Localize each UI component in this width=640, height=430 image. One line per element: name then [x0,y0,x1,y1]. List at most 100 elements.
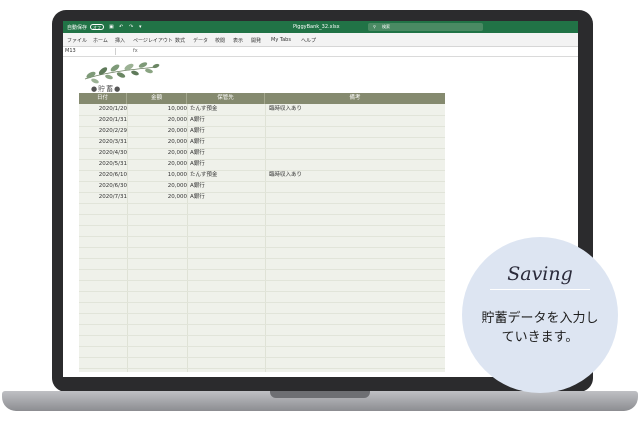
search-placeholder: 検索 [382,24,390,29]
cell-place[interactable]: A銀行 [190,148,260,159]
tab-insert[interactable]: 挿入 [115,37,125,44]
tab-formulas[interactable]: 数式 [175,37,185,44]
tab-page-layout[interactable]: ページレイアウト [133,37,173,44]
cell-amount[interactable]: 20,000 [127,192,187,203]
cell-place[interactable]: A銀行 [190,115,260,126]
table-row[interactable]: 2020/6/30 20,000 A銀行 [79,181,445,192]
cell-note[interactable] [269,126,439,137]
tab-data[interactable]: データ [193,37,208,44]
search-icon: ⚲ [373,24,376,29]
cell-note[interactable] [269,159,439,170]
cell-date[interactable]: 2020/6/30 [79,181,127,192]
header-amount[interactable]: 金額 [127,93,187,104]
grid-row-line [79,302,445,303]
grid-row-line [79,269,445,270]
cell-place[interactable]: たんす預金 [190,104,260,115]
cell-amount[interactable]: 20,000 [127,159,187,170]
data-grid[interactable]: 2020/1/20 10,000 たんす預金 臨時収入あり 2020/1/31 20,00… [79,104,445,372]
cell-amount[interactable]: 20,000 [127,126,187,137]
cell-amount[interactable]: 20,000 [127,148,187,159]
cell-place[interactable]: たんす預金 [190,170,260,181]
cell-note[interactable] [269,192,439,203]
redo-icon[interactable]: ↷ [129,24,133,30]
tab-review[interactable]: 校閲 [215,37,225,44]
table-row[interactable]: 2020/6/10 10,000 たんす預金 臨時収入あり [79,170,445,181]
grid-row-line [79,203,445,204]
table-row[interactable]: 2020/7/31 20,000 A銀行 [79,192,445,203]
cell-note[interactable]: 臨時収入あり [269,170,439,181]
header-note[interactable]: 備考 [265,93,445,104]
cell-date[interactable]: 2020/1/31 [79,115,127,126]
grid-row-line [79,346,445,347]
tab-help[interactable]: ヘルプ [301,37,316,44]
quick-access-dropdown-icon[interactable]: ▾ [139,24,142,30]
excel-title-bar: 自動保存 オフ ▣ ↶ ↷ ▾ PiggyBank_32.xlsx ⚲ 検索 [63,21,578,33]
cell-date[interactable]: 2020/2/29 [79,126,127,137]
save-icon[interactable]: ▣ [109,24,114,30]
tab-view[interactable]: 表示 [233,37,243,44]
autosave-label: 自動保存 [67,25,88,31]
table-header: 日付 金額 保管先 備考 [79,93,445,104]
table-row[interactable]: 2020/1/31 20,000 A銀行 [79,115,445,126]
callout-text: 貯蓄データを入力し ていきます。 [462,309,618,347]
table-row[interactable]: 2020/2/29 20,000 A銀行 [79,126,445,137]
cell-date[interactable]: 2020/5/31 [79,159,127,170]
cell-date[interactable]: 2020/6/10 [79,170,127,181]
grid-row-line [79,368,445,369]
grid-row-line [79,214,445,215]
cell-note[interactable] [269,181,439,192]
cell-place[interactable]: A銀行 [190,192,260,203]
cell-place[interactable]: A銀行 [190,181,260,192]
header-date[interactable]: 日付 [79,93,127,104]
grid-row-line [79,236,445,237]
tab-file[interactable]: ファイル [67,37,87,44]
search-box[interactable]: ⚲ 検索 [368,23,483,31]
formula-bar: M13 fx [63,47,578,57]
cell-date[interactable]: 2020/7/31 [79,192,127,203]
laptop-notch [270,391,370,398]
undo-icon[interactable]: ↶ [119,24,123,30]
cell-amount[interactable]: 10,000 [127,170,187,181]
grid-row-line [79,335,445,336]
cell-amount[interactable]: 10,000 [127,104,187,115]
cell-amount[interactable]: 20,000 [127,115,187,126]
cell-note[interactable]: 臨時収入あり [269,104,439,115]
cell-place[interactable]: A銀行 [190,126,260,137]
ribbon-tabs: ファイル ホーム 挿入 ページレイアウト 数式 データ 校閲 表示 開発 My … [63,33,578,47]
file-name: PiggyBank_32.xlsx [293,24,340,30]
tab-home[interactable]: ホーム [93,37,108,44]
table-row[interactable]: 2020/1/20 10,000 たんす預金 臨時収入あり [79,104,445,115]
grid-row-line [79,280,445,281]
grid-row-line [79,247,445,248]
cell-note[interactable] [269,115,439,126]
cell-date[interactable]: 2020/4/30 [79,148,127,159]
grid-row-line [79,313,445,314]
callout-title: Saving [507,263,573,285]
cell-place[interactable]: A銀行 [190,137,260,148]
cell-note[interactable] [269,137,439,148]
tab-developer[interactable]: 開発 [251,37,261,44]
grid-row-line [79,291,445,292]
tab-my-tabs[interactable]: My Tabs [271,37,291,43]
callout-bubble: Saving 貯蓄データを入力し ていきます。 [462,237,618,393]
fx-icon[interactable]: fx [133,48,138,55]
cell-note[interactable] [269,148,439,159]
grid-row-line [79,357,445,358]
name-box[interactable]: M13 [65,48,116,55]
callout-divider [490,289,590,290]
cell-amount[interactable]: 20,000 [127,181,187,192]
cell-date[interactable]: 2020/3/31 [79,137,127,148]
callout-line-2: ていきます。 [501,330,579,345]
autosave-toggle[interactable]: オフ [90,24,104,30]
cell-place[interactable]: A銀行 [190,159,260,170]
grid-row-line [79,225,445,226]
cell-amount[interactable]: 20,000 [127,137,187,148]
table-row[interactable]: 2020/3/31 20,000 A銀行 [79,137,445,148]
header-place[interactable]: 保管先 [187,93,265,104]
table-row[interactable]: 2020/5/31 20,000 A銀行 [79,159,445,170]
table-row[interactable]: 2020/4/30 20,000 A銀行 [79,148,445,159]
laptop-base [2,391,638,411]
eucalyptus-decoration-icon [84,62,160,84]
callout-line-1: 貯蓄データを入力し [481,311,599,326]
cell-date[interactable]: 2020/1/20 [79,104,127,115]
